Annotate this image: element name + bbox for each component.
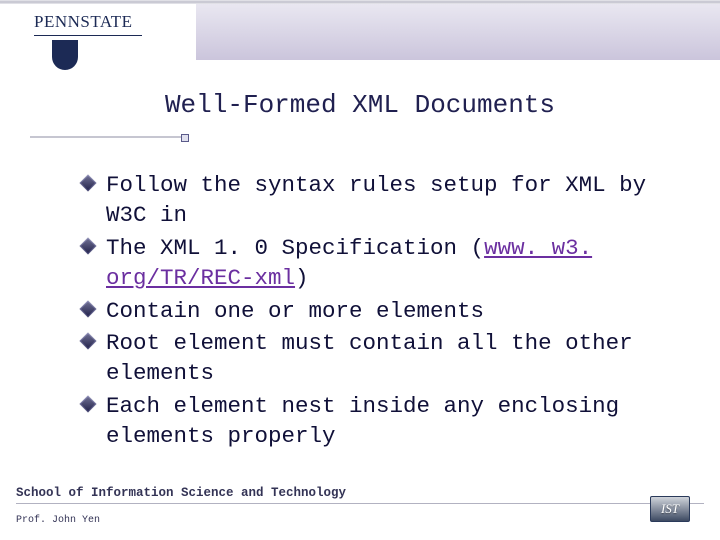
header-band — [196, 4, 720, 60]
pennstate-logo: PENNSTATE — [34, 12, 142, 70]
diamond-bullet-icon — [80, 175, 97, 192]
list-item: Contain one or more elements — [82, 296, 680, 326]
shield-icon — [52, 40, 78, 70]
diamond-bullet-icon — [80, 332, 97, 349]
list-item: Root element must contain all the other … — [82, 328, 680, 389]
bullet-list: Follow the syntax rules setup for XML by… — [82, 170, 680, 453]
logo-wordmark: PENNSTATE — [34, 12, 133, 32]
diamond-bullet-icon — [80, 237, 97, 254]
title-rule — [30, 134, 186, 140]
bullet-text: Each element nest inside any enclosing e… — [106, 393, 619, 449]
bullet-text: Contain one or more elements — [106, 298, 484, 324]
bullet-text: The XML 1. 0 Specification ( — [106, 235, 484, 261]
bullet-text: Follow the syntax rules setup for XML by… — [106, 172, 646, 228]
footer-department: School of Information Science and Techno… — [16, 486, 704, 504]
bullet-text: Root element must contain all the other … — [106, 330, 633, 386]
diamond-bullet-icon — [80, 300, 97, 317]
logo-underline — [34, 35, 142, 36]
bullet-text-after: ) — [295, 265, 309, 291]
footer-professor: Prof. John Yen — [16, 515, 100, 526]
list-item: Follow the syntax rules setup for XML by… — [82, 170, 680, 231]
list-item: The XML 1. 0 Specification (www. w3. org… — [82, 233, 680, 294]
list-item: Each element nest inside any enclosing e… — [82, 391, 680, 452]
slide-title: Well-Formed XML Documents — [0, 90, 720, 120]
ist-logo: IST — [650, 496, 690, 522]
diamond-bullet-icon — [80, 395, 97, 412]
